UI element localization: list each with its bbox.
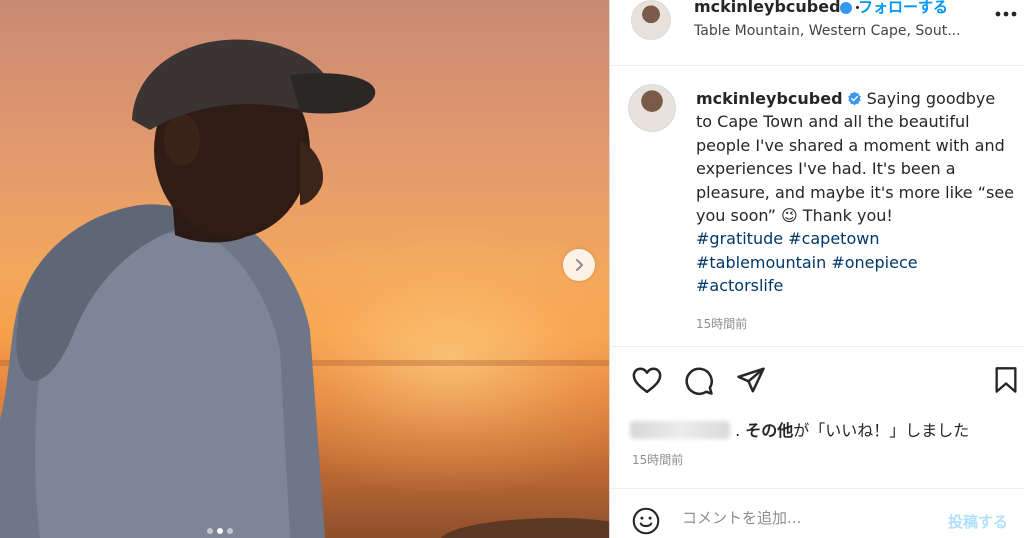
follow-button[interactable]: フォローする: [858, 0, 948, 17]
next-photo-button[interactable]: [563, 249, 595, 281]
hashtag-link[interactable]: #gratitude: [696, 229, 783, 248]
hashtag-link[interactable]: #actorslife: [696, 276, 783, 295]
likes-summary: . その他が「いいね！」しました: [630, 417, 969, 441]
post-header: mckinleybcubed ・ フォローする Table Mountain, …: [610, 0, 1024, 66]
comment-bar: 投稿する: [610, 488, 1024, 538]
carousel-dot: [207, 528, 213, 534]
comment-input[interactable]: [682, 509, 932, 527]
post-timestamp[interactable]: 15時間前: [632, 451, 683, 468]
caption: mckinleybcubed Saying goodbye to Cape To…: [696, 87, 1016, 298]
caption-section: mckinleybcubed Saying goodbye to Cape To…: [610, 67, 1024, 347]
hashtags: #gratitude #capetown #tablemountain #one…: [696, 229, 918, 295]
chevron-right-icon: [576, 259, 583, 271]
hashtag-link[interactable]: #tablemountain: [696, 253, 826, 272]
post-details-panel: mckinleybcubed ・ フォローする Table Mountain, …: [609, 0, 1024, 538]
more-options-icon[interactable]: [995, 10, 1017, 18]
emoji-icon[interactable]: [632, 507, 660, 535]
author-username[interactable]: mckinleybcubed: [694, 0, 841, 16]
hashtag-link[interactable]: #onepiece: [831, 253, 917, 272]
comment-icon[interactable]: [684, 366, 714, 396]
liker-name-redacted: [630, 421, 730, 439]
caption-author-avatar[interactable]: [628, 84, 676, 132]
author-avatar[interactable]: [631, 0, 671, 40]
caption-text: Saying goodbye to Cape Town and all the …: [696, 89, 1014, 226]
likes-suffix: が「いいね！」しました: [793, 421, 970, 440]
verified-badge-icon: [847, 91, 861, 106]
hashtag-link[interactable]: #capetown: [788, 229, 879, 248]
paper-plane-icon[interactable]: [736, 366, 766, 394]
post-photo[interactable]: [0, 0, 609, 538]
carousel-dot: [227, 528, 233, 534]
carousel-dot-active: [217, 528, 223, 534]
likes-dot: .: [735, 421, 741, 440]
caption-author-username[interactable]: mckinleybcubed: [696, 89, 843, 108]
likes-others-link[interactable]: その他: [745, 421, 793, 440]
post-location[interactable]: Table Mountain, Western Cape, Sout...: [694, 23, 979, 39]
person-silhouette: [0, 39, 376, 538]
caption-timestamp[interactable]: 15時間前: [696, 315, 747, 332]
heart-icon[interactable]: [632, 366, 662, 394]
carousel-indicator: [207, 528, 233, 534]
action-bar: [610, 360, 1024, 400]
bookmark-icon[interactable]: [994, 366, 1018, 394]
post-comment-button[interactable]: 投稿する: [948, 511, 1008, 532]
